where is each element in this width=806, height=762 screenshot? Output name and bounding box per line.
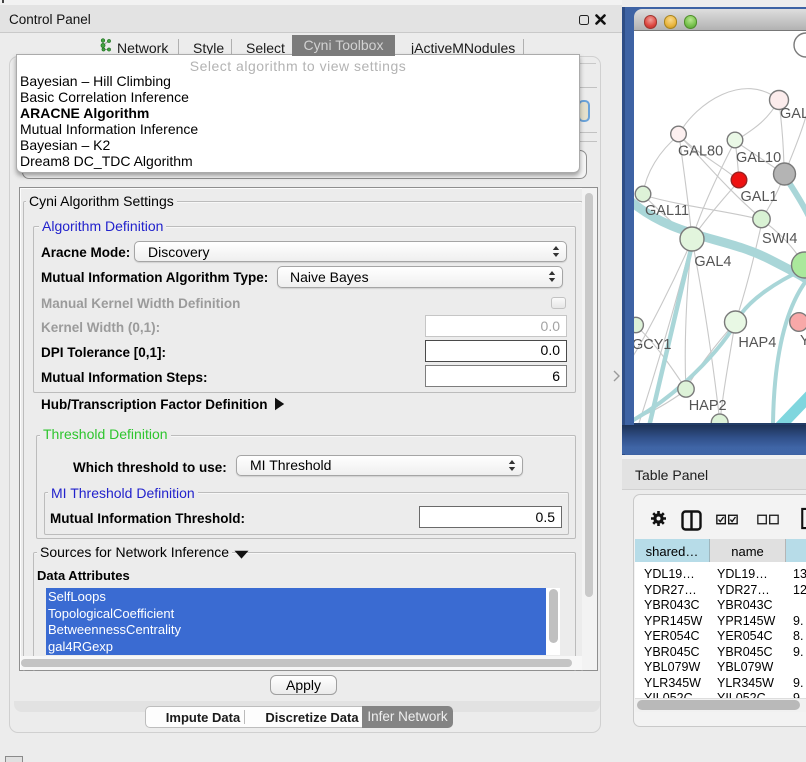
svg-text:GCY1: GCY1 xyxy=(634,337,672,353)
svg-text:GAL80: GAL80 xyxy=(678,144,723,160)
svg-text:GAL4: GAL4 xyxy=(694,254,731,270)
svg-text:GAL10: GAL10 xyxy=(736,150,781,166)
svg-text:SWI4: SWI4 xyxy=(762,231,797,247)
svg-text:HAP2: HAP2 xyxy=(689,398,727,414)
svg-text:GAL: GAL xyxy=(780,106,806,122)
svg-text:GAL11: GAL11 xyxy=(645,203,689,219)
svg-text:HAP4: HAP4 xyxy=(738,335,776,351)
svg-text:GAL1: GAL1 xyxy=(741,189,778,205)
svg-text:Y: Y xyxy=(800,333,806,349)
